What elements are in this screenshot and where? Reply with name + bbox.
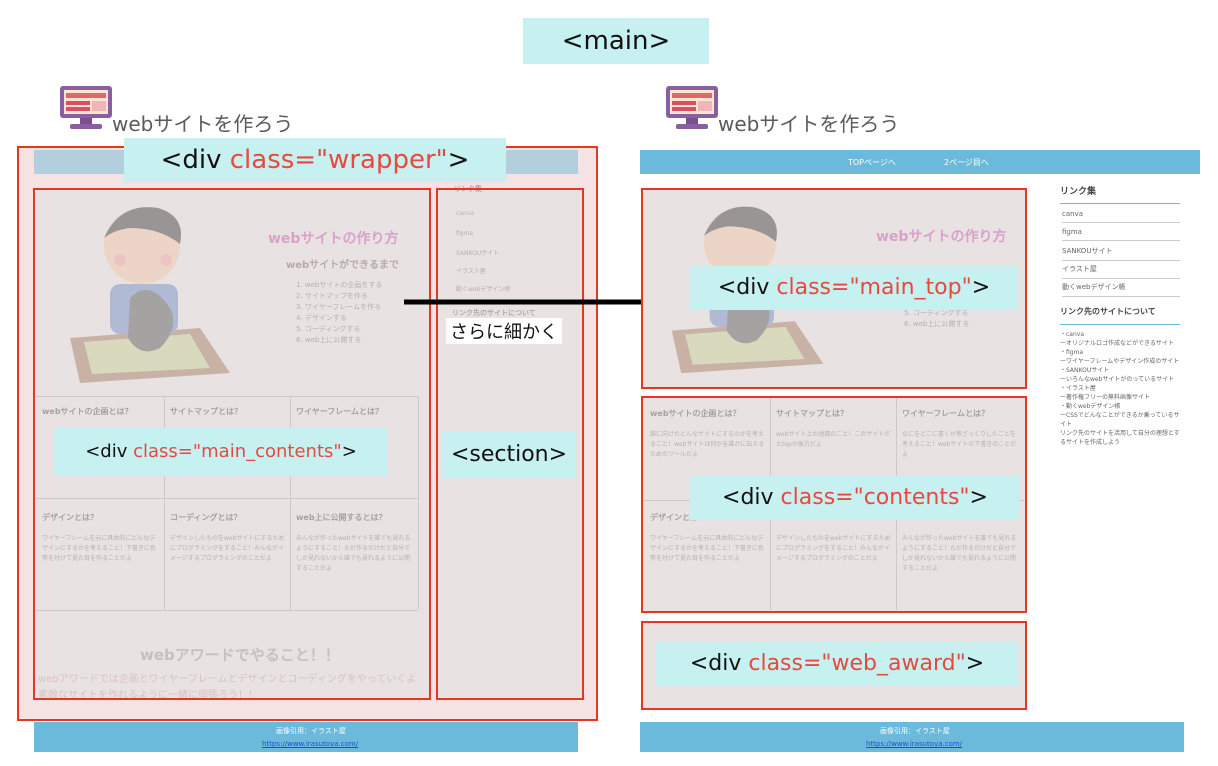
sidebar-link[interactable]: canva [1062,210,1180,223]
sidebar-about-line: ・figma [1060,349,1084,356]
contents-label-suffix: > [969,485,988,510]
main-contents-label-prefix: <div [85,441,134,462]
sidebar-about-list: ・canva ーオリジナルロゴ作成などができるサイト ・figma ーワイヤーフ… [1060,330,1184,447]
sidebar-about-line: ーオリジナルロゴ作成などができるサイト [1060,340,1174,347]
sidebar-about-line: ・イラスト屋 [1060,385,1096,392]
site-title: webサイトを作ろう [112,112,294,136]
contents-label: <div class="contents"> [690,476,1020,520]
site-title: webサイトを作ろう [718,112,900,136]
nav-link-top[interactable]: TOPページへ [848,157,896,168]
wrapper-label: <div class="wrapper"> [124,138,506,182]
main-top-label-suffix: > [971,275,991,300]
main-contents-label-suffix: > [341,441,357,462]
sidebar-link[interactable]: 動くwebデザイン帳 [1062,282,1180,297]
main-tag-label: <main> [523,18,709,64]
sidebar-about-line: ・動くwebデザイン帳 [1060,403,1121,410]
sidebar-about-line: ーワイヤーフレームやデザイン作成のサイト [1060,358,1180,365]
arrow-caption: さらに細かく [446,318,562,344]
right-nav-bar [640,150,1200,174]
computer-icon [666,86,718,129]
wrapper-label-suffix: > [447,145,470,175]
wrapper-label-prefix: <div [160,145,230,175]
main-tag-open: < [561,26,584,56]
sidebar-about-line: ーいろんなwebサイトがのっているサイト [1060,376,1175,383]
sidebar-link[interactable]: SANKOUサイト [1062,246,1180,261]
sidebar-about-line: リンク先のサイトを活用して自分の理想とするサイトを作成しよう [1060,430,1180,446]
main-tag-close: > [648,26,671,56]
sidebar-about-line: ー著作権フリーの無料画像サイト [1060,394,1151,401]
left-footer-credit: 画像引用：イラスト屋 [276,727,346,735]
computer-icon [60,86,112,129]
web-award-label-class: class="web_award" [748,651,966,676]
wrapper-label-class: class="wrapper" [229,145,448,175]
sidebar-about-line: ・SANKOUサイト [1060,367,1110,374]
right-footer-url[interactable]: https://www.irasutoya.com/ [866,740,962,748]
right-footer-credit: 画像引用：イラスト屋 [880,727,950,735]
sidebar-link[interactable]: figma [1062,228,1180,241]
contents-label-prefix: <div [722,485,781,510]
contents-label-class: class="contents" [780,485,970,510]
main-top-label: <div class="main_top"> [690,266,1018,310]
sidebar-title-underline [1060,203,1180,204]
main-top-label-prefix: <div [717,275,777,300]
sidebar-title: リンク集 [1060,187,1097,197]
nav-link-page2[interactable]: 2ページ目へ [944,157,989,168]
sidebar-about-line: ーCSSでどんなことができるか乗っているサイト [1060,412,1180,428]
sidebar-about-line: ・canva [1060,331,1085,338]
sidebar-link[interactable]: イラスト屋 [1062,264,1180,279]
web-award-label-prefix: <div [689,651,749,676]
main-contents-label-class: class="main_contents" [133,441,342,462]
main-tag-name: main [583,26,649,56]
section-label: <section> [442,432,576,478]
left-footer-url[interactable]: https://www.irasutoya.com/ [262,740,358,748]
web-award-label-suffix: > [965,651,985,676]
sidebar-about-underline [1060,324,1180,325]
sidebar-about-title: リンク先のサイトについて [1060,307,1156,316]
main-contents-label: <div class="main_contents"> [54,428,388,476]
main-top-label-class: class="main_top" [776,275,972,300]
web-award-label: <div class="web_award"> [656,642,1018,686]
